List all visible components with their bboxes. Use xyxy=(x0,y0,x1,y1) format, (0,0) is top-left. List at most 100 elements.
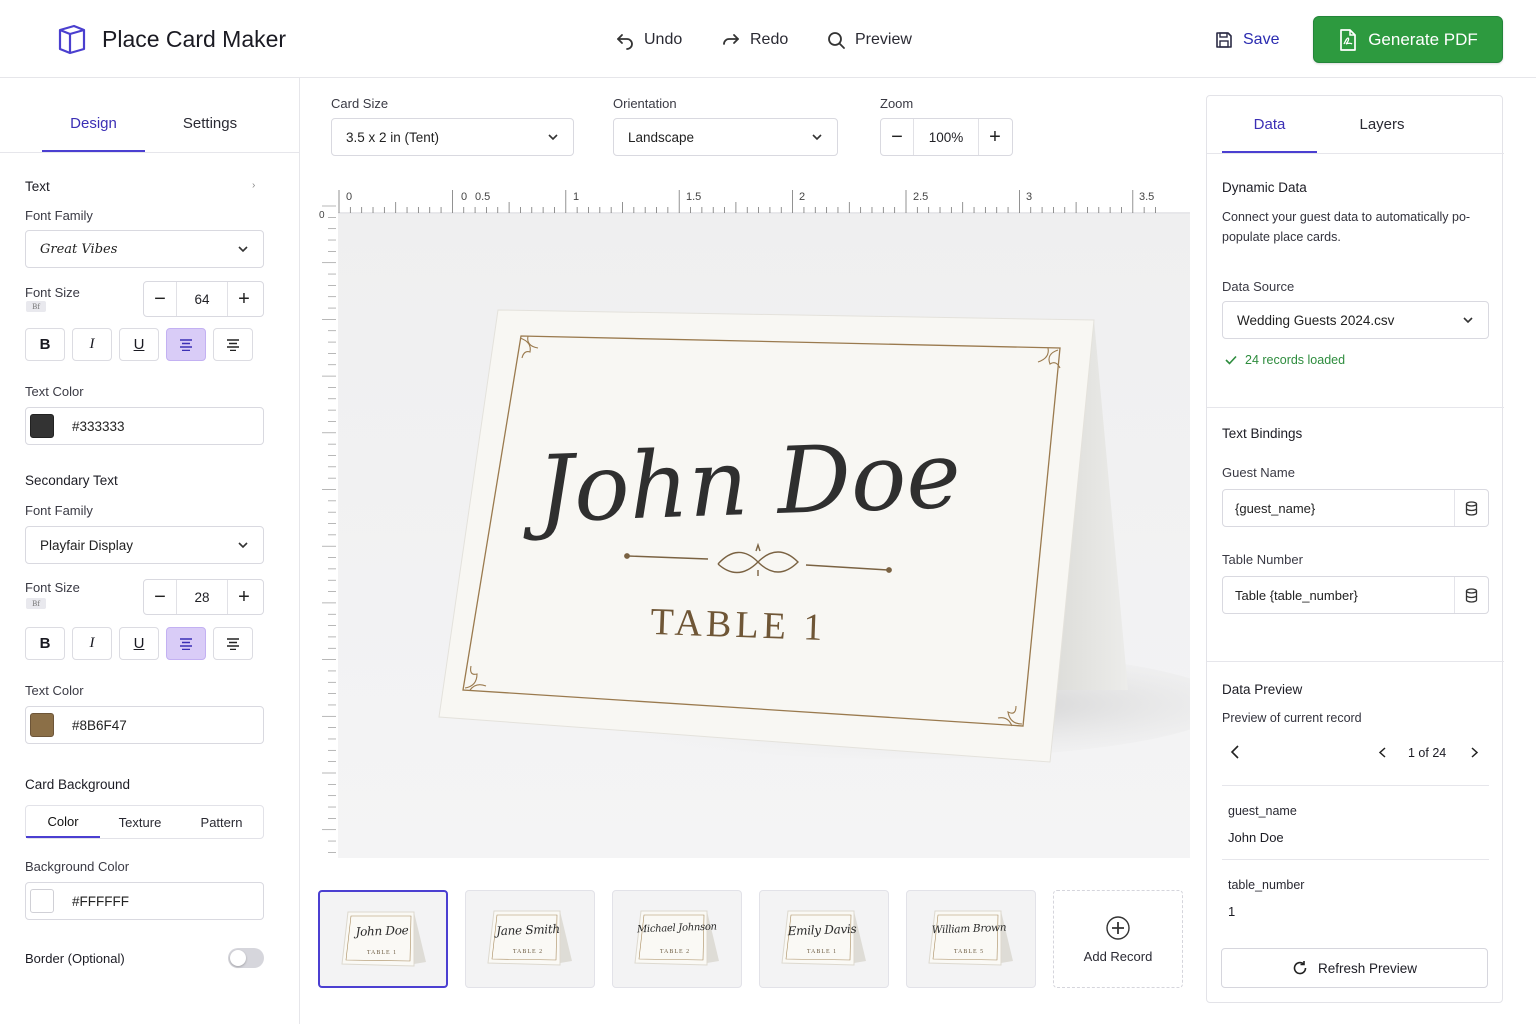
mode-texture[interactable]: Texture xyxy=(100,806,180,838)
field-key: table_number xyxy=(1228,878,1305,892)
tab-design[interactable]: Design xyxy=(42,115,145,132)
undo-label: Undo xyxy=(644,31,683,48)
data-source-label: Data Source xyxy=(1222,279,1295,294)
decrease-button[interactable]: − xyxy=(144,282,176,316)
font-size-stepper[interactable]: − 64 + xyxy=(143,281,264,317)
mode-color[interactable]: Color xyxy=(26,806,100,838)
thumbnail-card[interactable]: John Doe TABLE 1 xyxy=(318,890,448,988)
thumbnail-card[interactable]: Michael Johnson TABLE 2 xyxy=(612,890,742,988)
guest-name-text[interactable]: John Doe xyxy=(519,422,962,544)
chevron-down-icon xyxy=(812,134,822,141)
records-status: 24 records loaded xyxy=(1225,353,1345,367)
secondary-font-size-label: Font Size xyxy=(25,580,80,595)
secondary-font-family-select[interactable]: Playfair Display xyxy=(25,526,264,564)
secondary-font-size-value[interactable]: 28 xyxy=(176,580,228,614)
save-button[interactable]: Save xyxy=(1214,26,1279,54)
text-color-field[interactable]: #333333 xyxy=(25,407,264,445)
table-number-text[interactable]: TABLE 1 xyxy=(650,601,827,649)
secondary-text-color-label: Text Color xyxy=(25,683,84,698)
redo-button[interactable]: Redo xyxy=(721,26,788,54)
thumbnail-table: TABLE 1 xyxy=(366,950,398,956)
add-record-button[interactable]: Add Record xyxy=(1053,890,1183,988)
undo-button[interactable]: Undo xyxy=(615,26,682,54)
font-family-select[interactable]: Great Vibes xyxy=(25,230,264,268)
secondary-font-size-stepper[interactable]: − 28 + xyxy=(143,579,264,615)
next-record-button[interactable] xyxy=(1469,747,1479,758)
zoom-value[interactable]: 100% xyxy=(913,119,979,155)
card-size-select[interactable]: 3.5 x 2 in (Tent) xyxy=(331,118,574,156)
text-section-title: Text xyxy=(25,179,50,194)
zoom-in-button[interactable]: + xyxy=(979,119,1011,155)
bold-button[interactable]: B xyxy=(25,627,65,660)
divider xyxy=(1207,153,1504,154)
generate-pdf-button[interactable]: Generate PDF xyxy=(1313,16,1503,63)
database-icon xyxy=(1465,500,1478,516)
color-swatch[interactable] xyxy=(30,713,54,737)
chevron-down-icon xyxy=(238,542,248,549)
font-size-value[interactable]: 64 xyxy=(176,282,228,316)
chevron-down-icon xyxy=(1463,317,1473,324)
guest-name-binding-field[interactable]: {guest_name} xyxy=(1222,489,1489,527)
dynamic-data-title: Dynamic Data xyxy=(1222,180,1307,195)
border-toggle[interactable] xyxy=(228,948,264,968)
align-center-button[interactable] xyxy=(166,627,206,660)
database-button[interactable] xyxy=(1454,577,1488,613)
toggle-knob xyxy=(230,950,246,966)
data-source-select[interactable]: Wedding Guests 2024.csv xyxy=(1222,301,1489,339)
zoom-stepper[interactable]: − 100% + xyxy=(880,118,1013,156)
tab-settings[interactable]: Settings xyxy=(145,115,275,132)
increase-button[interactable]: + xyxy=(228,580,260,614)
refresh-preview-button[interactable]: Refresh Preview xyxy=(1221,948,1488,988)
tab-data[interactable]: Data xyxy=(1222,116,1317,133)
thumbnail-table: TABLE 1 xyxy=(806,949,838,955)
ruler-label: 3 xyxy=(1026,191,1033,203)
field-value: John Doe xyxy=(1228,830,1284,845)
orientation-select[interactable]: Landscape xyxy=(613,118,838,156)
background-color-value: #FFFFFF xyxy=(72,893,129,909)
increase-button[interactable]: + xyxy=(228,282,260,316)
font-family-label: Font Family xyxy=(25,208,93,223)
card-thumbnail-image xyxy=(634,910,719,966)
align-center-icon xyxy=(180,637,192,650)
thumbnail-card[interactable]: Emily Davis TABLE 1 xyxy=(759,890,889,988)
card-size-value: 3.5 x 2 in (Tent) xyxy=(346,129,440,145)
align-justify-button[interactable] xyxy=(213,627,253,660)
color-swatch[interactable] xyxy=(30,414,54,438)
color-swatch[interactable] xyxy=(30,889,54,913)
tab-layers[interactable]: Layers xyxy=(1317,116,1447,133)
chevron-left-icon[interactable] xyxy=(1229,745,1241,759)
align-justify-button[interactable] xyxy=(213,328,253,361)
data-panel: Data Layers Dynamic Data Connect your gu… xyxy=(1206,95,1504,1003)
secondary-text-title: Secondary Text xyxy=(25,473,118,488)
thumbnail-name: Jane Smith xyxy=(495,921,561,939)
app-window: Place Card Maker Undo Redo Preview Save … xyxy=(0,0,1536,1024)
ruler-label: 1 xyxy=(573,191,580,203)
redo-label: Redo xyxy=(750,31,789,48)
previous-record-button[interactable] xyxy=(1378,747,1388,758)
database-button[interactable] xyxy=(1454,490,1488,526)
thumbnail-card[interactable]: Jane Smith TABLE 2 xyxy=(465,890,595,988)
mode-pattern[interactable]: Pattern xyxy=(180,806,263,838)
data-source-value: Wedding Guests 2024.csv xyxy=(1237,312,1395,328)
database-icon xyxy=(1465,587,1478,603)
card-canvas[interactable]: John Doe TABLE 1 xyxy=(338,214,1190,858)
preview-button[interactable]: Preview xyxy=(826,26,912,54)
zoom-out-button[interactable]: − xyxy=(881,119,913,155)
align-center-button[interactable] xyxy=(166,328,206,361)
preview-label: Preview xyxy=(855,31,912,48)
place-card-preview[interactable]: John Doe TABLE 1 xyxy=(338,214,1190,858)
decrease-button[interactable]: − xyxy=(144,580,176,614)
chevron-right-icon[interactable]: › xyxy=(252,180,255,191)
italic-button[interactable]: I xyxy=(72,627,112,660)
italic-button[interactable]: I xyxy=(72,328,112,361)
underline-button[interactable]: U xyxy=(119,627,159,660)
secondary-text-color-field[interactable]: #8B6F47 xyxy=(25,706,264,744)
underline-button[interactable]: U xyxy=(119,328,159,361)
align-justify-icon xyxy=(227,637,239,650)
thumbnail-card[interactable]: William Brown TABLE 5 xyxy=(906,890,1036,988)
bold-button[interactable]: B xyxy=(25,328,65,361)
ruler-label: 2 xyxy=(799,191,806,203)
generate-pdf-label: Generate PDF xyxy=(1368,29,1478,49)
background-color-field[interactable]: #FFFFFF xyxy=(25,882,264,920)
table-number-binding-field[interactable]: Table {table_number} xyxy=(1222,576,1489,614)
